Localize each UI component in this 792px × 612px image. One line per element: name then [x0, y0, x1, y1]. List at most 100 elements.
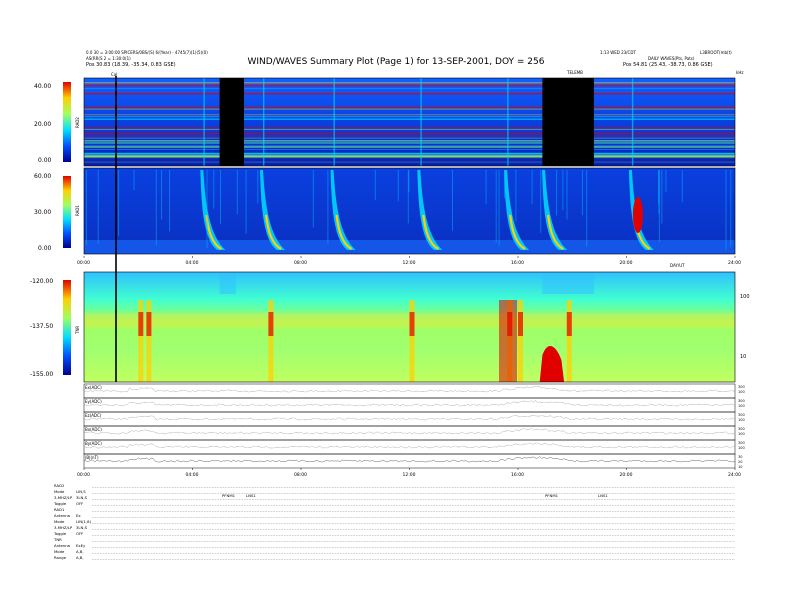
status-event-label: LNS1 [246, 493, 256, 498]
amplitude-trace-rows: Ex(ADC) 300100Ey(ADC) 300100Ez(ADC) 300100B… [83, 383, 745, 469]
rad1-faint-streak [498, 170, 500, 246]
rad1-faint-streak [495, 170, 497, 243]
summary-plot: 40.00 20.00 0.00 60.00 30.00 0.00 -120.0… [30, 76, 750, 560]
trace-row-label: Bx(ADC) [85, 427, 102, 432]
rad2-data-gap [542, 78, 594, 166]
rad2-strong-line [84, 107, 735, 109]
rad1-ylabel: RAD1 [75, 205, 80, 216]
tnr-event-core [566, 312, 572, 336]
tnr-ylabel: TNR [75, 326, 80, 335]
rad2-burst-column [631, 78, 634, 166]
trace-right-tick: 100 [738, 404, 745, 408]
rad1-faint-streak [485, 170, 487, 204]
rad1-faint-streak [562, 170, 564, 211]
rad1-faint-streak [681, 170, 683, 202]
rad1-faint-streak [206, 170, 208, 249]
rad2-panel [83, 77, 736, 167]
time-tick-label: 08:00 [294, 472, 307, 478]
rad1-faint-streak [155, 170, 157, 246]
rad2-emission-line [84, 88, 735, 90]
trace-right-tick: 300 [738, 413, 745, 417]
rad1-faint-streak [85, 170, 87, 245]
rad1-faint-streak [730, 170, 732, 248]
rad2-emission-line [84, 140, 735, 142]
rad1-faint-streak [97, 170, 99, 244]
time-tick-label: 00:00 [77, 472, 90, 478]
rad2-emission-line [84, 147, 735, 148]
rad1-faint-streak [586, 170, 588, 247]
rad1-faint-streak [213, 170, 215, 209]
tnr-upper-patch [542, 272, 594, 294]
rad2-emission-line [84, 116, 735, 118]
time-tick-label: 16:00 [511, 472, 524, 478]
rad1-faint-streak [556, 170, 558, 216]
tnr-panel [83, 271, 736, 383]
rad1-faint-streak [161, 170, 163, 220]
rad1-faint-streak [133, 170, 135, 191]
rad2-emission-line [84, 149, 735, 150]
rad1-faint-streak [257, 170, 259, 204]
rad1-faint-streak [407, 170, 409, 224]
status-value: LIN(1,8) [76, 519, 92, 524]
rad1-panel [83, 167, 736, 255]
status-event-label: PFNM1 [222, 493, 236, 498]
rad2-emission-line [84, 108, 735, 110]
tnr-right-tick-10: 10 [740, 354, 746, 360]
tnr-cbar-tick-bottom: -155.00 [30, 371, 53, 378]
tnr-cbar-tick-mid: -137.50 [30, 323, 53, 330]
rad1-faint-streak [515, 170, 517, 222]
rad2-burst-column [507, 78, 509, 166]
rad1-cbar-tick-bottom: 0.00 [38, 245, 52, 252]
status-value: A,B, [76, 555, 84, 560]
rad2-cbar-tick-mid: 20.00 [34, 121, 51, 128]
rad1-faint-streak [327, 170, 329, 244]
rad1-faint-streak [220, 170, 221, 224]
rad2-burst-column [333, 78, 335, 166]
rad2-emission-line [84, 132, 735, 134]
trace-right-tick: 300 [738, 427, 745, 431]
trace-right-tick: 100 [738, 432, 745, 436]
trace-line [83, 414, 736, 421]
status-value: LIN,S [76, 489, 86, 494]
status-value: Ex [76, 513, 81, 518]
rad2-emission-line [84, 157, 735, 159]
rad2-emission-line [84, 118, 735, 120]
rad2-data-gap [219, 78, 244, 166]
trace-row-label: Ey(ADC) [85, 399, 102, 404]
time-tick-label: 24:00 [728, 472, 741, 478]
tnr-strong-event [499, 300, 518, 382]
status-label: Toggle [53, 531, 67, 536]
rad2-cbar-tick-top: 40.00 [34, 83, 51, 90]
tnr-event-core [146, 312, 152, 336]
status-label: 3-MHZ/LP [54, 525, 73, 530]
rad2-emission-line [84, 128, 735, 130]
time-tick-label: 08:00 [294, 260, 307, 266]
trace-right-tick: 300 [738, 441, 745, 445]
upper-time-axis: 00:00 04:00 08:00 12:00 16:00 20:00 24:00 [77, 256, 741, 266]
status-label: 3-MHZ/LP [54, 495, 73, 500]
rad2-strong-line [84, 85, 735, 87]
time-tick-label: 04:00 [186, 472, 199, 478]
rad1-strong-burst [632, 197, 643, 233]
rad1-faint-streak [566, 170, 568, 220]
upper-time-axis-unit: DAY/UT [670, 263, 685, 268]
status-event-label: LNS1 [598, 493, 608, 498]
trace-right-tick: 100 [738, 446, 745, 450]
time-tick-label: 20:00 [620, 472, 633, 478]
status-label: Antenna [54, 543, 70, 548]
rad2-emission-line [84, 82, 735, 84]
status-value: 3LN,S [76, 525, 88, 530]
rad1-faint-streak [665, 170, 667, 193]
rad2-strong-line [84, 93, 735, 95]
trace-right-tick: 10 [738, 465, 742, 469]
trace-row-frame [83, 425, 736, 441]
status-label: Range [54, 555, 67, 560]
trace-row-frame [83, 411, 736, 427]
tnr-upper-patch [219, 272, 236, 294]
rad1-faint-streak [725, 170, 727, 250]
rad2-ylabel: RAD2 [75, 117, 80, 128]
rad2-emission-line [84, 126, 735, 128]
status-event-label: PFNM1 [545, 493, 559, 498]
trace-line [83, 442, 736, 449]
rad2-emission-line [84, 137, 735, 139]
